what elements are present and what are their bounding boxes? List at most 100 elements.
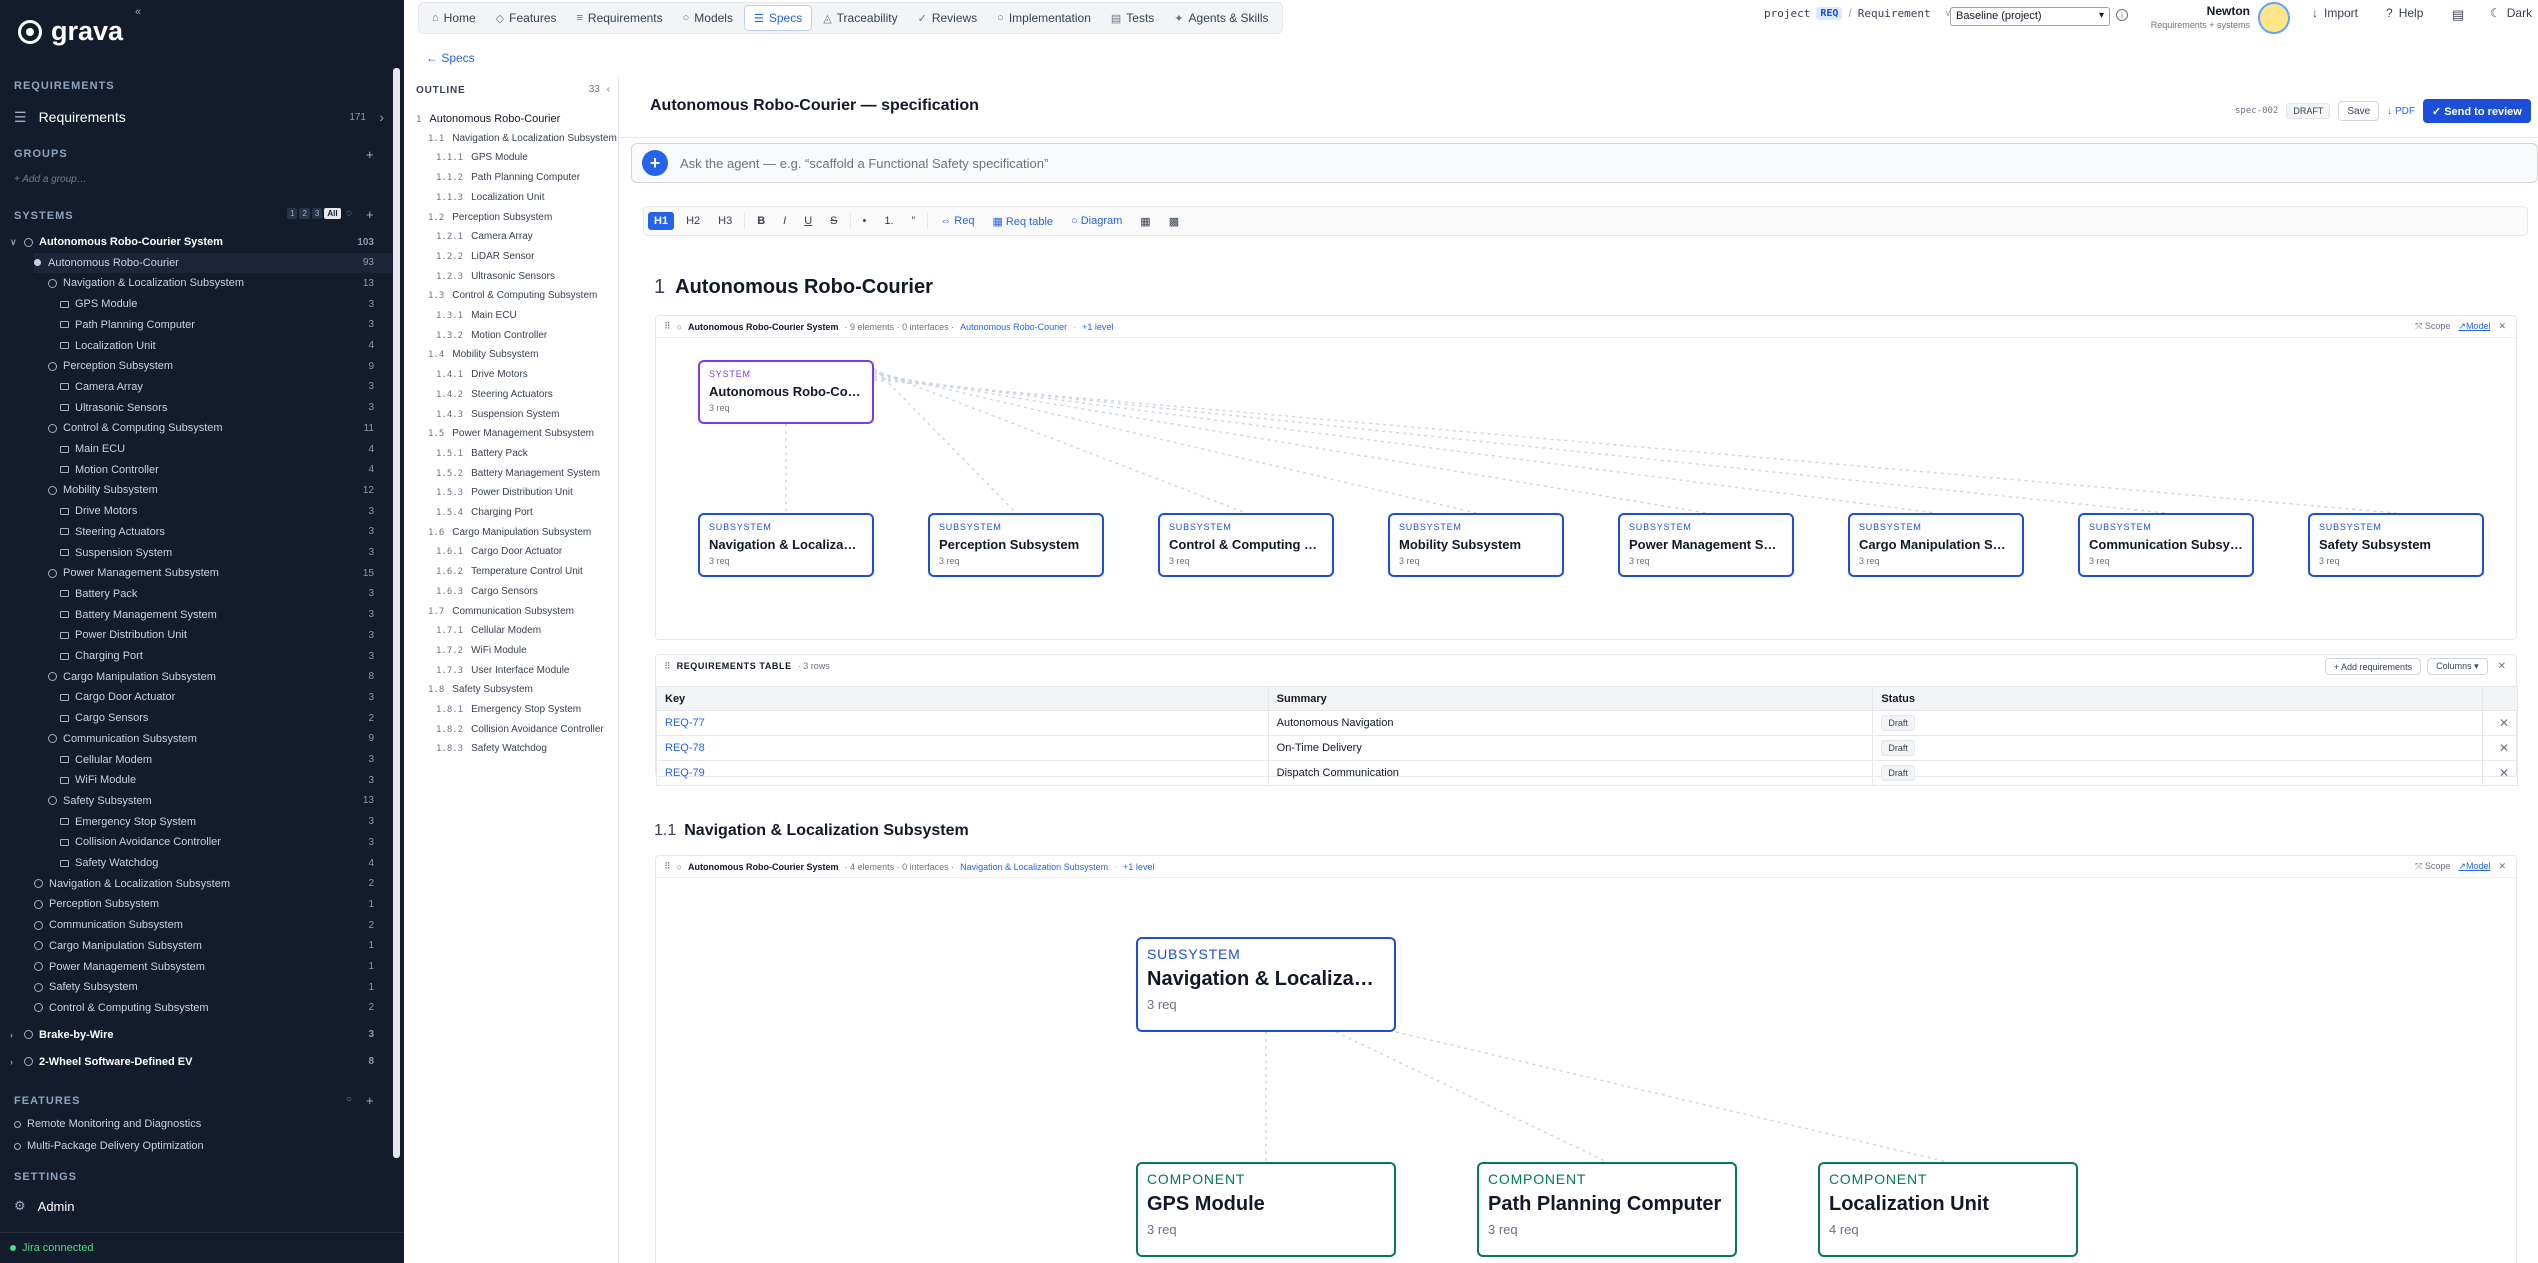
sidebar-system-item[interactable]: › Brake-by-Wire 3: [10, 1025, 392, 1045]
sidebar-item-requirements[interactable]: ☰ Requirements 171 ›: [14, 106, 392, 128]
sidebar-tree-item[interactable]: Cargo Door Actuator 3: [60, 687, 392, 707]
outline-item[interactable]: 1.1 Navigation & Localization Subsystem: [428, 133, 617, 144]
diagram-node[interactable]: COMPONENT Path Planning Computer 3 req: [1477, 1162, 1737, 1257]
level-link[interactable]: +1 level: [1123, 862, 1154, 872]
add-requirements-button[interactable]: + Add requirements: [2324, 658, 2422, 675]
help-button[interactable]: ? Help: [2386, 6, 2423, 20]
diagram-node[interactable]: SUBSYSTEM Control & Computing S… 3 req: [1158, 513, 1334, 577]
chevron-right-icon[interactable]: ›: [10, 1057, 20, 1067]
diagram-node[interactable]: SUBSYSTEM Navigation & Localiza… 3 req: [1136, 937, 1396, 1032]
bold-button[interactable]: B: [751, 212, 771, 230]
sidebar-tree-item[interactable]: Safety Watchdog 4: [60, 853, 392, 873]
table-row[interactable]: REQ-79 Dispatch Communication Draft ✕: [656, 760, 2518, 786]
tab-tests[interactable]: ▤ Tests: [1102, 5, 1163, 31]
plus-icon[interactable]: +: [642, 150, 668, 176]
numbered-list-button[interactable]: 1.: [878, 212, 899, 230]
heading-3-button[interactable]: H3: [712, 212, 738, 230]
diagram-node[interactable]: SYSTEM Autonomous Robo-Couri… 3 req: [698, 360, 874, 424]
table-row[interactable]: REQ-78 On-Time Delivery Draft ✕: [656, 735, 2518, 761]
outline-item[interactable]: 1.3 Control & Computing Subsystem: [428, 290, 597, 301]
info-icon[interactable]: i: [2116, 9, 2128, 21]
outline-item[interactable]: 1.2.2 LiDAR Sensor: [436, 251, 534, 262]
sidebar-tree-item[interactable]: Path Planning Computer 3: [60, 315, 392, 335]
outline-item[interactable]: 1.5.2 Battery Management System: [436, 468, 600, 479]
outline-item[interactable]: 1.2.1 Camera Array: [436, 231, 533, 242]
outline-item[interactable]: 1.6 Cargo Manipulation Subsystem: [428, 527, 591, 538]
column-header-summary[interactable]: Summary: [1267, 686, 1874, 711]
grid-icon[interactable]: ▦: [1134, 212, 1156, 231]
sidebar-tree-item[interactable]: Perception Subsystem 1: [34, 894, 392, 914]
diagram-node[interactable]: SUBSYSTEM Communication Subsyst… 3 req: [2078, 513, 2254, 577]
breadcrumb-current[interactable]: Requirement: [1858, 7, 1931, 20]
add-system-icon[interactable]: +: [366, 207, 374, 222]
outline-item[interactable]: 1.7.2 WiFi Module: [436, 645, 527, 656]
scope-button[interactable]: ⤧ Scope: [2415, 861, 2450, 872]
remove-row-icon[interactable]: ✕: [2482, 760, 2518, 786]
insert-req-table-button[interactable]: ▦ Req table: [986, 212, 1059, 231]
quote-button[interactable]: ”: [906, 212, 922, 230]
collapse-outline-icon[interactable]: ‹: [607, 84, 610, 95]
sidebar-system-item[interactable]: › 2-Wheel Software-Defined EV 8: [10, 1052, 392, 1072]
outline-item[interactable]: 1.5.3 Power Distribution Unit: [436, 487, 573, 498]
outline-item[interactable]: 1.8 Safety Subsystem: [428, 684, 533, 695]
requirement-key-link[interactable]: REQ-79: [656, 760, 1269, 786]
sidebar-feature-item[interactable]: Remote Monitoring and Diagnostics: [14, 1114, 404, 1134]
calculator-icon[interactable]: ▩: [1163, 212, 1185, 231]
scope-link[interactable]: Navigation & Localization Subsystem: [960, 862, 1108, 872]
column-header-key[interactable]: Key: [656, 686, 1269, 711]
level-link[interactable]: +1 level: [1082, 322, 1113, 332]
scope-button[interactable]: ⤧ Scope: [2415, 321, 2450, 332]
outline-item[interactable]: 1.3.2 Motion Controller: [436, 330, 547, 341]
drag-handle-icon[interactable]: ⠿: [664, 661, 671, 672]
outline-item[interactable]: 1.1.3 Localization Unit: [436, 192, 544, 203]
target-icon[interactable]: ◌: [346, 208, 352, 219]
sidebar-tree-item[interactable]: Camera Array 3: [60, 377, 392, 397]
outline-item[interactable]: 1.7.1 Cellular Modem: [436, 625, 541, 636]
drag-handle-icon[interactable]: ⠿: [664, 861, 671, 872]
close-icon[interactable]: ✕: [2498, 661, 2506, 672]
sidebar-tree-item[interactable]: Localization Unit 4: [60, 336, 392, 356]
sidebar-tree-item[interactable]: Drive Motors 3: [60, 501, 392, 521]
outline-item[interactable]: 1.4 Mobility Subsystem: [428, 349, 538, 360]
diagram-node[interactable]: SUBSYSTEM Power Management Subs… 3 req: [1618, 513, 1794, 577]
sidebar-tree-item[interactable]: Communication Subsystem 9: [48, 729, 392, 749]
sidebar-tree-item[interactable]: Cellular Modem 3: [60, 750, 392, 770]
close-icon[interactable]: ✕: [2498, 861, 2506, 872]
sidebar-tree-item[interactable]: Ultrasonic Sensors 3: [60, 398, 392, 418]
outline-item[interactable]: 1.4.2 Steering Actuators: [436, 389, 553, 400]
sidebar-tree-item[interactable]: Autonomous Robo-Courier 93: [34, 252, 392, 273]
scope-link[interactable]: Autonomous Robo-Courier: [960, 322, 1067, 332]
sidebar-tree-item[interactable]: Motion Controller 4: [60, 460, 392, 480]
sidebar-tree-item[interactable]: Cargo Manipulation Subsystem 1: [34, 936, 392, 956]
sidebar-tree-item[interactable]: Steering Actuators 3: [60, 522, 392, 542]
sidebar-item-admin[interactable]: ⚙ Admin: [14, 1196, 404, 1216]
level-button[interactable]: 1: [287, 208, 298, 219]
sidebar-tree-item[interactable]: Battery Management System 3: [60, 605, 392, 625]
brand-logo[interactable]: grava: [18, 16, 123, 47]
back-to-specs-link[interactable]: ← Specs: [426, 51, 475, 65]
layout-icon[interactable]: ▤: [2452, 7, 2464, 23]
tab-agents-skills[interactable]: ✦ Agents & Skills: [1165, 5, 1277, 31]
outline-item[interactable]: 1.2 Perception Subsystem: [428, 212, 552, 223]
sidebar-tree-item[interactable]: Perception Subsystem 9: [48, 356, 392, 376]
strike-button[interactable]: S: [824, 212, 843, 230]
sidebar-tree-item[interactable]: Cargo Manipulation Subsystem 8: [48, 667, 392, 687]
sidebar-tree-item[interactable]: Emergency Stop System 3: [60, 812, 392, 832]
outline-item[interactable]: 1.5.1 Battery Pack: [436, 448, 528, 459]
send-to-review-button[interactable]: ✓ Send to review: [2422, 99, 2531, 123]
add-feature-icon[interactable]: +: [366, 1093, 374, 1108]
diagram-node[interactable]: SUBSYSTEM Perception Subsystem 3 req: [928, 513, 1104, 577]
outline-item[interactable]: 1.1.1 GPS Module: [436, 152, 528, 163]
outline-item[interactable]: 1.3.1 Main ECU: [436, 310, 517, 321]
diagram-node[interactable]: SUBSYSTEM Mobility Subsystem 3 req: [1388, 513, 1564, 577]
outline-item[interactable]: 1.1.2 Path Planning Computer: [436, 172, 580, 183]
add-group-input[interactable]: + Add a group…: [14, 174, 87, 185]
requirement-key-link[interactable]: REQ-77: [656, 710, 1269, 736]
sidebar-scrollbar[interactable]: [393, 68, 400, 1158]
close-icon[interactable]: ✕: [2498, 321, 2506, 332]
sidebar-tree-item[interactable]: Communication Subsystem 2: [34, 915, 392, 935]
sidebar-tree-item[interactable]: Suspension System 3: [60, 543, 392, 563]
tab-traceability[interactable]: ◬ Traceability: [814, 5, 906, 31]
diagram-node[interactable]: SUBSYSTEM Safety Subsystem 3 req: [2308, 513, 2484, 577]
sidebar-tree-item[interactable]: Power Distribution Unit 3: [60, 625, 392, 645]
